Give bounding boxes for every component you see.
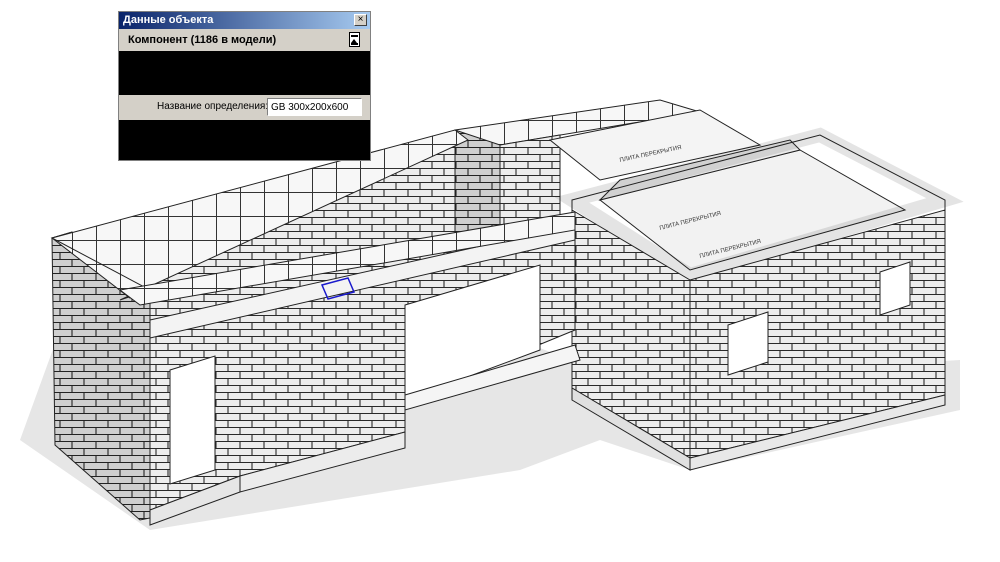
component-count-label: Компонент (1186 в модели) <box>128 34 277 46</box>
definition-name-input[interactable] <box>267 98 362 116</box>
collapse-panel-icon[interactable] <box>349 32 360 47</box>
definition-name-label: Название определения: <box>157 101 269 112</box>
definition-name-row: Название определения: <box>119 95 370 120</box>
dialog-title: Данные объекта <box>123 14 214 26</box>
component-header: Компонент (1186 в модели) <box>119 29 370 51</box>
entity-info-dialog: Данные объекта × Компонент (1186 в модел… <box>118 11 371 161</box>
close-icon[interactable]: × <box>354 14 367 26</box>
dialog-titlebar[interactable]: Данные объекта × <box>119 12 370 29</box>
door-opening-1 <box>169 355 216 485</box>
